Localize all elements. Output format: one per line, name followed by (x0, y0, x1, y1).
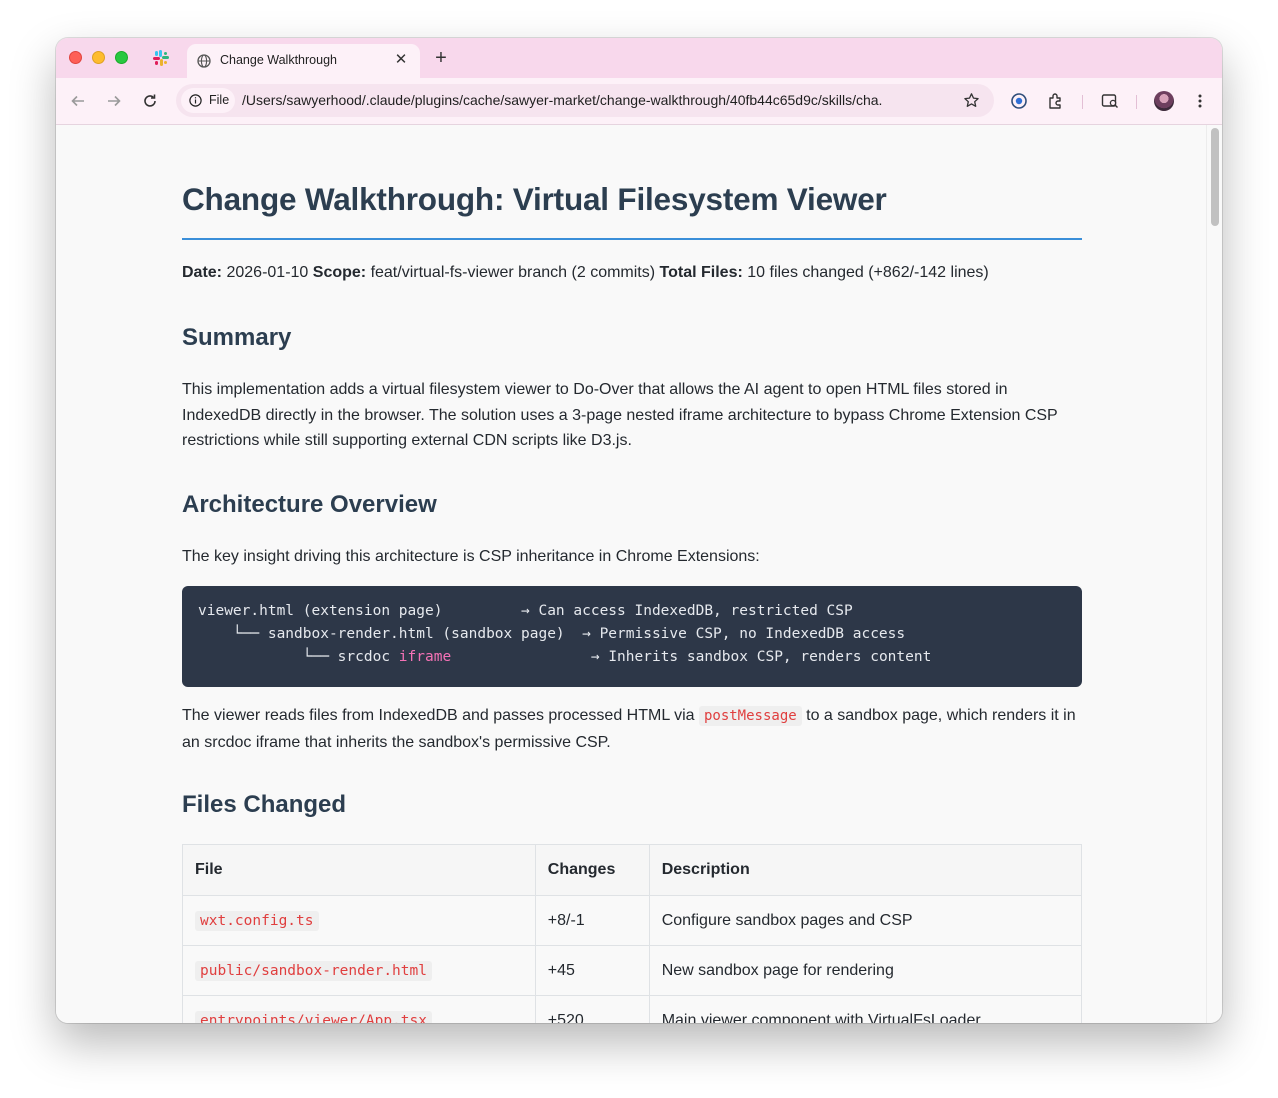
total-files-value: 10 files changed (+862/-142 lines) (747, 264, 989, 281)
password-manager-icon[interactable] (1009, 91, 1029, 111)
column-header: Description (648, 844, 1083, 896)
scope-label: Scope: (312, 264, 367, 281)
meta-line: Date: 2026-01-10 Scope: feat/virtual-fs-… (182, 264, 989, 282)
close-icon[interactable]: ✕ (392, 51, 410, 69)
description-cell: New sandbox page for rendering (648, 945, 1083, 996)
tab-search-icon[interactable] (1100, 91, 1120, 111)
file-path: public/sandbox-render.html (195, 960, 432, 981)
architecture-code-block: viewer.html (extension page) → Can acces… (182, 586, 1082, 687)
tab-title: Change Walkthrough (220, 53, 337, 67)
summary-heading: Summary (182, 324, 292, 351)
code-segment: └── srcdoc (198, 649, 399, 665)
changes-cell: +45 (534, 945, 650, 996)
page-content[interactable]: Change Walkthrough: Virtual Filesystem V… (56, 125, 1206, 1023)
summary-paragraph: This implementation adds a virtual files… (182, 381, 1058, 449)
zoom-window-button[interactable] (115, 51, 128, 64)
code-segment: → Inherits sandbox CSP, renders content (451, 649, 932, 665)
code-line: └── sandbox-render.html (sandbox page) →… (198, 626, 906, 642)
minimize-window-button[interactable] (92, 51, 105, 64)
file-cell: wxt.config.ts (182, 895, 536, 946)
scope-value: feat/virtual-fs-viewer branch (2 commits… (370, 264, 656, 281)
tab-strip: Change Walkthrough ✕ + (56, 38, 1222, 78)
address-bar[interactable]: File /Users/sawyerhood/.claude/plugins/c… (176, 84, 994, 117)
toolbar: File /Users/sawyerhood/.claude/plugins/c… (56, 78, 1222, 125)
close-window-button[interactable] (69, 51, 82, 64)
description-cell: Main viewer component with VirtualFsLoad… (648, 995, 1083, 1023)
column-header: File (182, 844, 536, 896)
site-info-chip[interactable]: File (181, 88, 235, 113)
title-divider (182, 238, 1082, 240)
vertical-scrollbar[interactable] (1206, 125, 1222, 1023)
more-menu-icon[interactable] (1190, 91, 1210, 111)
globe-icon (197, 54, 211, 68)
file-path: entrypoints/viewer/App.tsx (195, 1010, 432, 1023)
changes-cell: +520 (534, 995, 650, 1023)
toolbar-divider (1082, 95, 1083, 109)
slack-icon[interactable] (152, 49, 170, 67)
files-table: File Changes Description wxt.config.ts +… (182, 844, 1083, 1023)
column-header: Changes (534, 844, 650, 896)
architecture-explanation: The viewer reads files from IndexedDB an… (182, 703, 1082, 755)
toolbar-divider (1136, 95, 1137, 109)
tab-change-walkthrough[interactable]: Change Walkthrough ✕ (187, 44, 420, 78)
file-path: wxt.config.ts (195, 910, 319, 931)
total-files-label: Total Files: (659, 264, 743, 281)
bookmark-star-icon[interactable] (963, 92, 980, 109)
table-row: entrypoints/viewer/App.tsx +520 Main vie… (182, 995, 1083, 1023)
inline-code: postMessage (698, 706, 802, 726)
url-text[interactable]: /Users/sawyerhood/.claude/plugins/cache/… (242, 92, 882, 108)
architecture-intro: The key insight driving this architectur… (182, 548, 760, 565)
files-changed-heading: Files Changed (182, 791, 347, 818)
browser-window: Change Walkthrough ✕ + File /Users/sawye… (56, 38, 1222, 1023)
table-row: wxt.config.ts +8/-1 Configure sandbox pa… (182, 895, 1083, 946)
profile-avatar[interactable] (1154, 91, 1174, 111)
architecture-heading: Architecture Overview (182, 491, 437, 518)
table-header-row: File Changes Description (182, 844, 1083, 896)
code-keyword: iframe (398, 649, 452, 665)
scrollbar-thumb[interactable] (1211, 128, 1219, 226)
file-cell: public/sandbox-render.html (182, 945, 536, 996)
new-tab-button[interactable]: + (430, 47, 452, 69)
forward-button[interactable] (104, 91, 124, 111)
description-cell: Configure sandbox pages and CSP (648, 895, 1083, 946)
date-label: Date: (182, 264, 223, 281)
changes-cell: +8/-1 (534, 895, 650, 946)
extensions-icon[interactable] (1046, 91, 1066, 111)
reload-button[interactable] (140, 91, 160, 111)
back-button[interactable] (68, 91, 88, 111)
date-value: 2026-01-10 (226, 264, 309, 281)
scheme-label: File (209, 93, 230, 107)
info-icon (189, 94, 202, 107)
code-line: └── srcdoc iframe → Inherits sandbox CSP… (198, 646, 1066, 669)
table-row: public/sandbox-render.html +45 New sandb… (182, 945, 1083, 996)
page-title: Change Walkthrough: Virtual Filesystem V… (182, 181, 887, 217)
explanation-text: The viewer reads files from IndexedDB an… (182, 707, 699, 724)
code-line: viewer.html (extension page) → Can acces… (198, 603, 853, 619)
file-cell: entrypoints/viewer/App.tsx (182, 995, 536, 1023)
